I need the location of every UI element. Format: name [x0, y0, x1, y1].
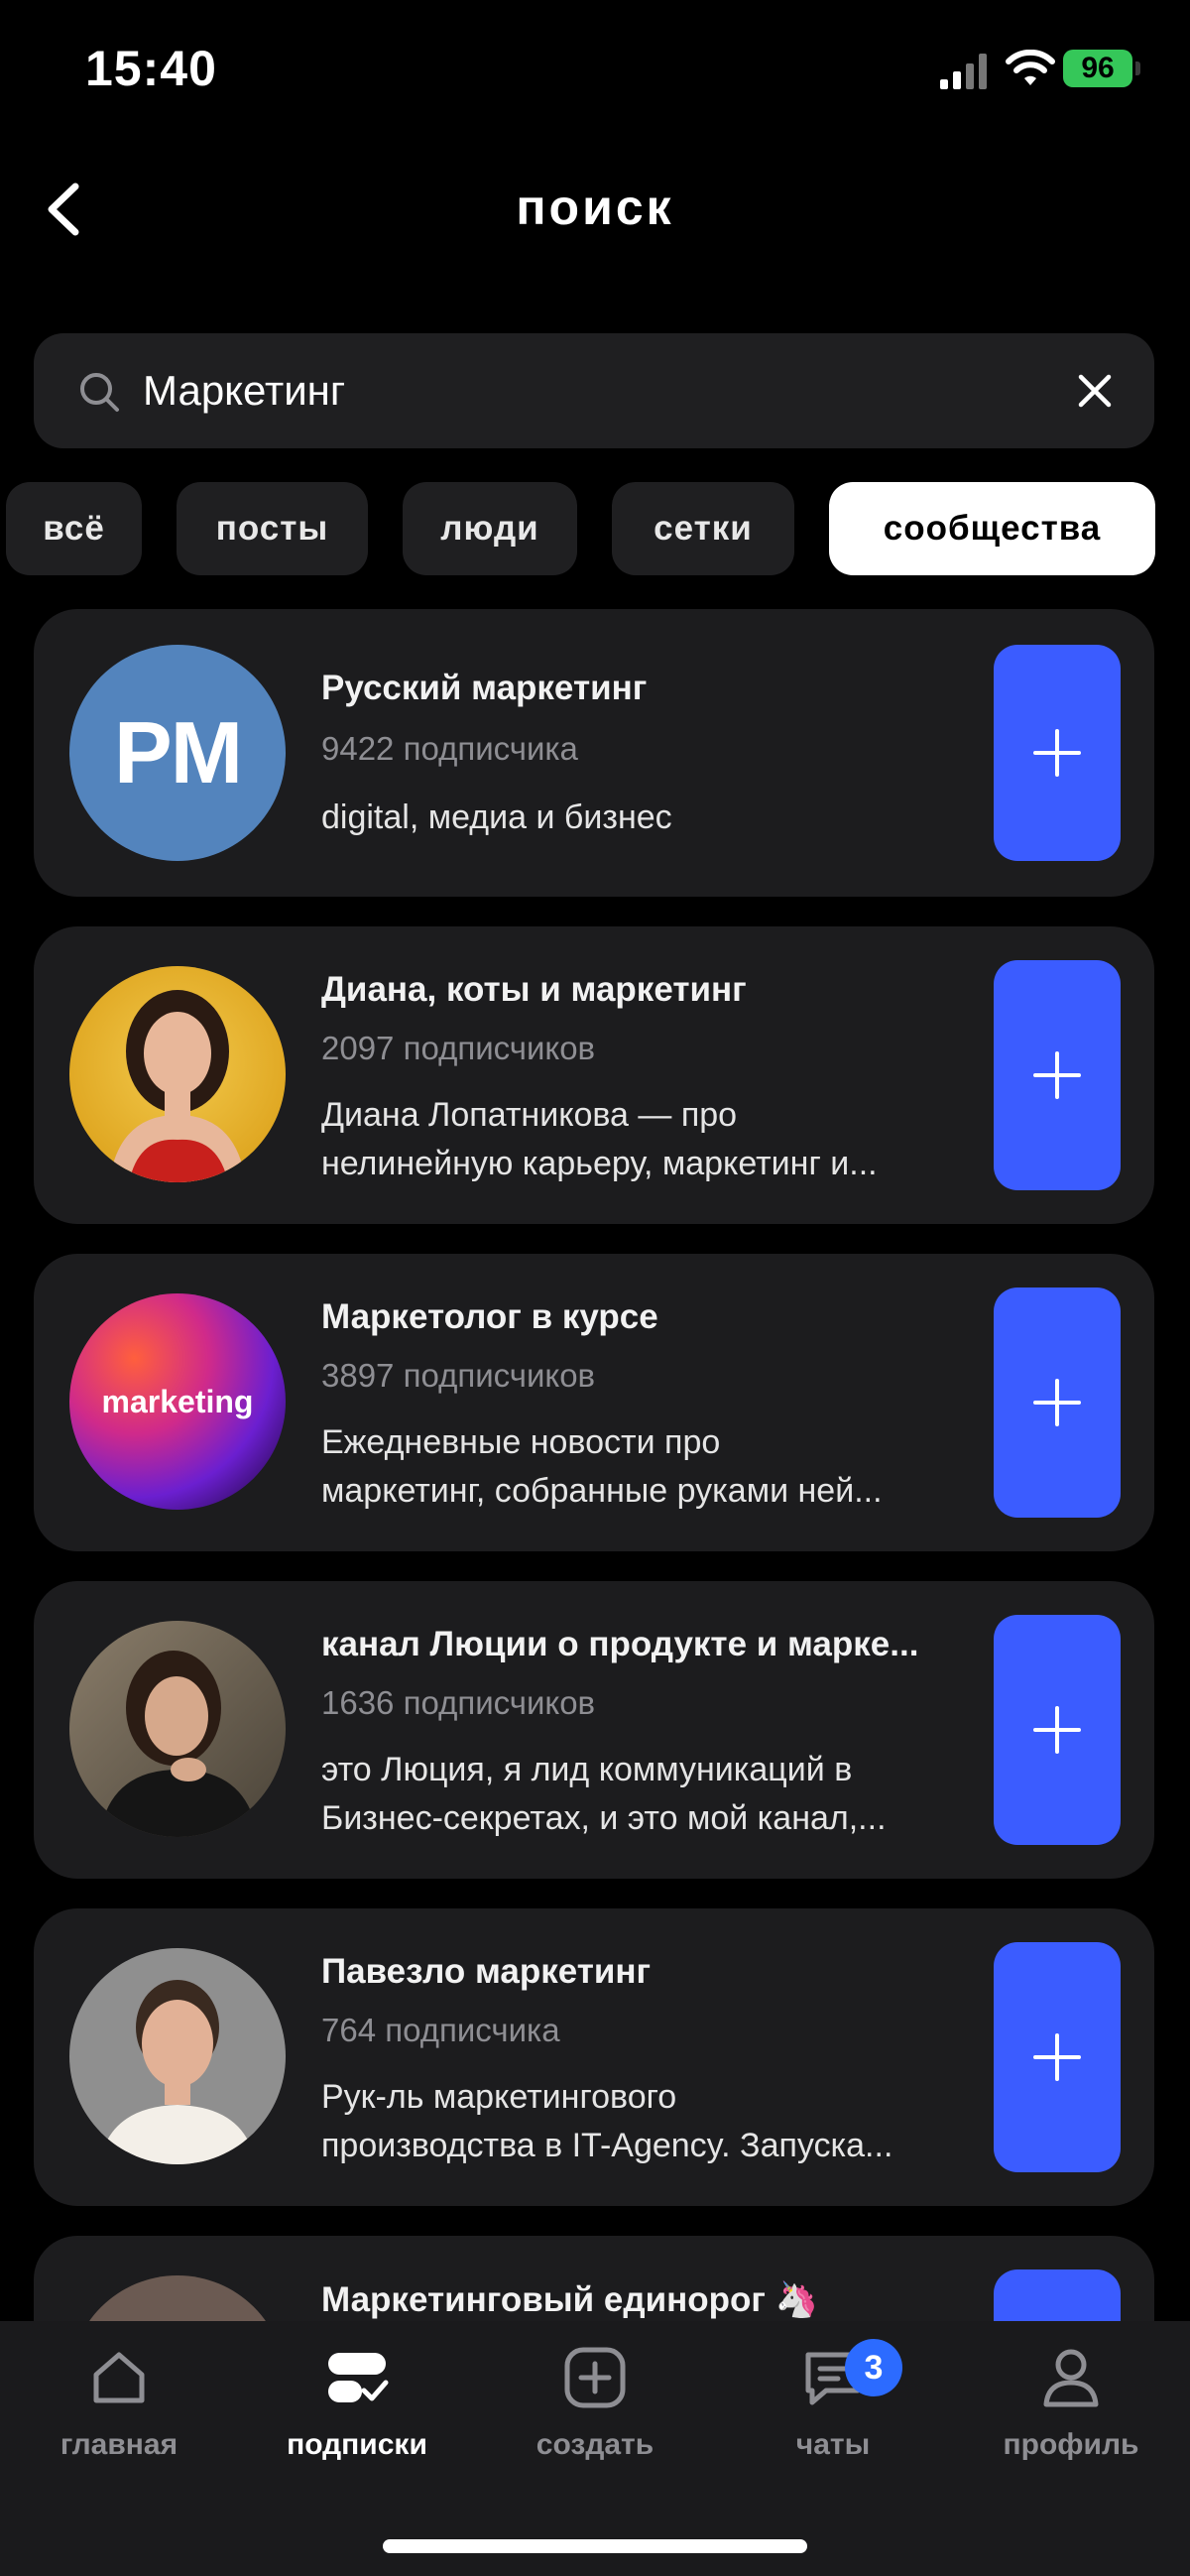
- search-input[interactable]: [143, 333, 1035, 448]
- tab-label: главная: [60, 2428, 178, 2461]
- subscriber-count: 1636 подписчиков: [321, 1684, 596, 1721]
- community-description: это Люция, я лид коммуникаций в Бизнес-с…: [321, 1746, 956, 1843]
- subscriber-count: 764 подписчика: [321, 2012, 560, 2048]
- community-title: канал Люции о продукте и марке...: [321, 1625, 919, 1663]
- cellular-signal-icon: [940, 54, 987, 89]
- subscriber-count: 9422 подписчика: [321, 730, 578, 767]
- person-photo: [109, 990, 246, 1182]
- community-title: Павезло маркетинг: [321, 1952, 652, 1991]
- community-card[interactable]: Павезло маркетинг 764 подписчика Рук-ль …: [34, 1908, 1154, 2206]
- filter-chip-people[interactable]: люди: [403, 482, 577, 575]
- description-line: маркетинг, собранные руками ней...: [321, 1472, 883, 1510]
- plus-icon: [1033, 1051, 1081, 1099]
- community-title: Диана, коты и маркетинг: [321, 970, 747, 1009]
- community-avatar: [69, 1948, 286, 2164]
- tab-subscriptions[interactable]: подписки: [258, 2345, 456, 2494]
- filter-chip-all[interactable]: всё: [6, 482, 142, 575]
- filter-chip-grids[interactable]: сетки: [612, 482, 794, 575]
- subscriber-count: 2097 подписчиков: [321, 1030, 596, 1066]
- description-line: Рук-ль маркетингового: [321, 2078, 677, 2116]
- description-line: это Люция, я лид коммуникаций в: [321, 1751, 853, 1788]
- description-line: нелинейную карьеру, маркетинг и...: [321, 1145, 878, 1182]
- description-line: Бизнес-секретах, и это мой канал,...: [321, 1799, 887, 1837]
- status-time: 15:40: [85, 41, 217, 96]
- tab-label: чаты: [795, 2428, 871, 2461]
- community-avatar: marketing: [69, 1293, 286, 1510]
- plus-icon: [1033, 2033, 1081, 2081]
- avatar-logo-text: PM: [114, 703, 243, 801]
- community-avatar: PM: [69, 645, 286, 861]
- community-card[interactable]: PM Русский маркетинг 9422 подписчика dig…: [34, 609, 1154, 897]
- plus-icon: [1033, 1706, 1081, 1754]
- search-icon: [80, 373, 119, 412]
- community-title: Маркетолог в курсе: [321, 1297, 658, 1336]
- tab-profile[interactable]: профиль: [972, 2345, 1170, 2494]
- community-title: Русский маркетинг: [321, 669, 648, 707]
- plus-icon: [1033, 729, 1081, 777]
- subscribe-button[interactable]: [994, 960, 1121, 1190]
- clear-search-icon[interactable]: [1075, 371, 1115, 411]
- tab-chats[interactable]: 3 чаты: [734, 2339, 932, 2494]
- search-bar[interactable]: [34, 333, 1154, 448]
- plus-icon: [1033, 1379, 1081, 1426]
- wifi-icon: [1006, 50, 1055, 85]
- create-icon: [564, 2347, 626, 2408]
- tab-home[interactable]: главная: [20, 2345, 218, 2494]
- home-icon: [93, 2352, 145, 2403]
- community-description: Рук-ль маркетингового производства в IT-…: [321, 2073, 956, 2170]
- community-card[interactable]: Диана, коты и маркетинг 2097 подписчиков…: [34, 926, 1154, 1224]
- community-description: Диана Лопатникова — про нелинейную карье…: [321, 1091, 956, 1188]
- description-line: digital, медиа и бизнес: [321, 798, 672, 836]
- battery-indicator: 96: [1063, 50, 1140, 87]
- page-title: поиск: [516, 180, 674, 235]
- community-description: digital, медиа и бизнес: [321, 794, 956, 842]
- community-card[interactable]: канал Люции о продукте и марке... 1636 п…: [34, 1581, 1154, 1879]
- filter-chips: всё посты люди сетки сообщества: [0, 482, 1190, 576]
- person-photo: [99, 1980, 256, 2164]
- subscribe-button[interactable]: [994, 1288, 1121, 1518]
- community-avatar: [69, 966, 286, 1182]
- unread-badge: 3: [845, 2339, 902, 2396]
- community-title: Маркетинговый единорог 🦄: [321, 2280, 819, 2319]
- community-card[interactable]: marketing Маркетолог в курсе 3897 подпис…: [34, 1254, 1154, 1551]
- filter-chip-posts[interactable]: посты: [177, 482, 368, 575]
- profile-icon: [1043, 2349, 1099, 2407]
- subscriptions-icon: [328, 2353, 389, 2402]
- person-photo: [99, 1651, 258, 1837]
- description-line: производства в IT-Agency. Запуска...: [321, 2127, 893, 2164]
- subscriber-count: 3897 подписчиков: [321, 1357, 596, 1394]
- subscribe-button[interactable]: [994, 1942, 1121, 2172]
- tab-create[interactable]: создать: [496, 2345, 694, 2494]
- tab-label: профиль: [1003, 2428, 1139, 2461]
- bottom-tab-bar: главная подписки создать 3 чаты профиль: [0, 2321, 1190, 2576]
- description-line: Диана Лопатникова — про: [321, 1096, 738, 1134]
- status-bar: 15:40 96: [0, 0, 1190, 139]
- filter-chip-communities[interactable]: сообщества: [829, 482, 1155, 575]
- home-indicator: [383, 2539, 807, 2553]
- tab-label: подписки: [287, 2428, 427, 2461]
- avatar-logo-text: marketing: [101, 1384, 254, 1419]
- subscribe-button[interactable]: [994, 645, 1121, 861]
- community-avatar: [69, 1621, 286, 1837]
- subscribe-button[interactable]: [994, 1615, 1121, 1845]
- description-line: Ежедневные новости про: [321, 1423, 721, 1461]
- community-description: Ежедневные новости про маркетинг, собран…: [321, 1418, 956, 1516]
- tab-label: создать: [536, 2428, 654, 2461]
